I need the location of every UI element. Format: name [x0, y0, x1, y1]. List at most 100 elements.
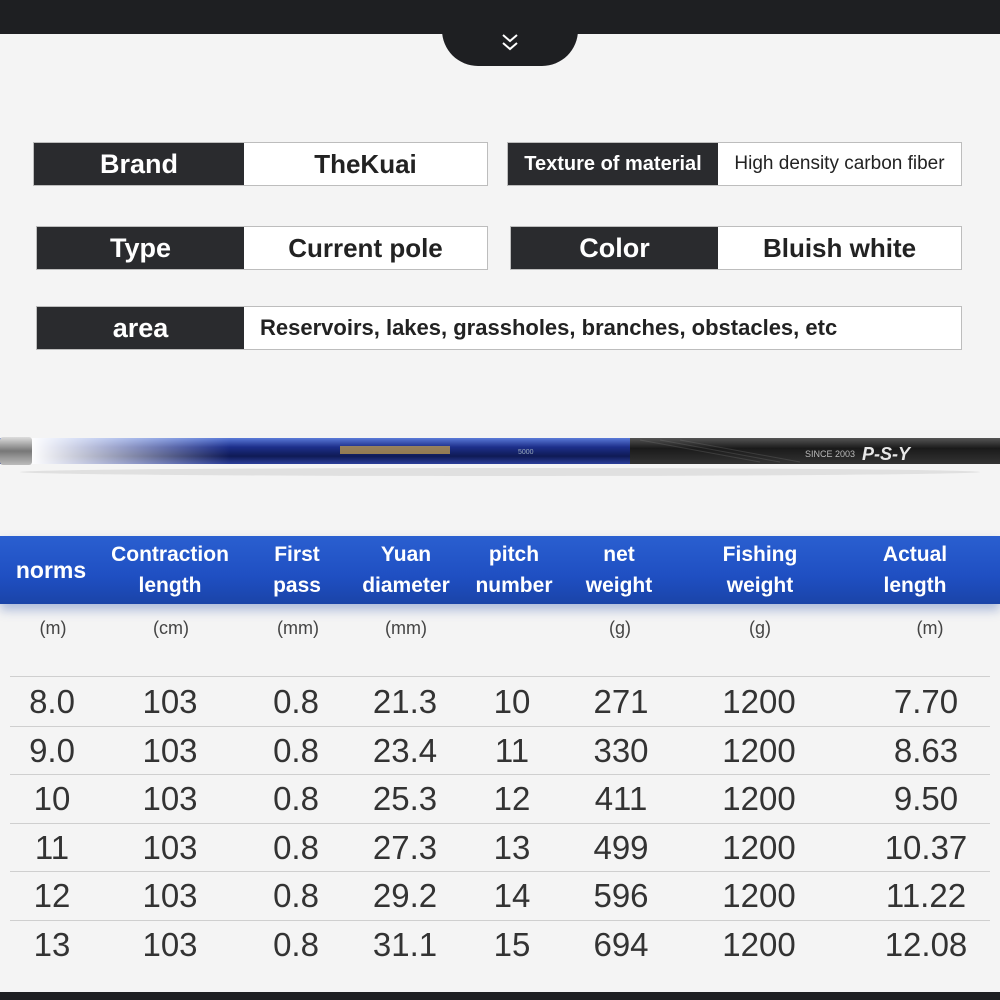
- header-text-5a: net: [603, 543, 635, 566]
- header-net-weight: net weight: [572, 536, 666, 604]
- unit-contraction-length: (cm): [153, 618, 189, 638]
- table-cell: 25.3: [372, 780, 438, 817]
- header-text-5b: weight: [585, 574, 653, 597]
- table-cell: 271: [593, 683, 649, 720]
- rod-code-text: 5000: [518, 449, 534, 456]
- spec-color-label: Color: [511, 227, 718, 269]
- header-text-6a: Fishing: [722, 543, 798, 566]
- table-cell: 15: [493, 925, 531, 963]
- header-text-7a: Actual: [882, 543, 948, 566]
- bottom-bar: [0, 992, 1000, 1000]
- table-cell: 1200: [722, 925, 796, 963]
- header-yuan-diameter: Yuan diameter: [356, 536, 456, 604]
- table-cell: 8.0: [29, 683, 75, 720]
- spec-material-label: Texture of material: [508, 143, 718, 185]
- spec-brand: Brand TheKuai: [33, 142, 488, 186]
- unit-fishing-weight: (g): [749, 618, 771, 638]
- table-cell: 12.08: [884, 925, 968, 963]
- table-cell: 8.63: [893, 731, 959, 769]
- spec-material: Texture of material High density carbon …: [507, 142, 962, 186]
- spec-type: Type Current pole: [36, 226, 488, 270]
- double-chevron-down-icon: [502, 34, 518, 51]
- header-norms-text: norms: [15, 556, 87, 583]
- header-text-7b: length: [883, 574, 947, 597]
- table-cell: 103: [142, 683, 198, 720]
- table-cell: 23.4: [372, 731, 438, 769]
- table-cell: 10: [33, 780, 71, 817]
- table-row: 9.0 103 0.8 23.4 11 330 1200 8.63: [0, 727, 1000, 775]
- table-row: 12 103 0.8 29.2 14 596 1200 11.22: [0, 872, 1000, 920]
- unit-actual-length: (m): [916, 618, 944, 638]
- table-cell: 0.8: [273, 731, 319, 769]
- fishing-rod-image: SINCE 2003 P-S-Y 5000: [0, 437, 1000, 476]
- table-cell: 11.22: [885, 877, 967, 914]
- scroll-down-tab[interactable]: [442, 20, 578, 66]
- table-cell: 411: [594, 780, 648, 817]
- table-cell: 27.3: [372, 828, 438, 866]
- table-cell: 1200: [722, 731, 796, 769]
- header-text-3b: diameter: [362, 574, 450, 597]
- header-actual-length: Actual length: [860, 536, 970, 604]
- header-text-4a: pitch: [488, 543, 540, 566]
- table-cell: 103: [142, 925, 198, 963]
- header-text-6b: weight: [726, 574, 794, 597]
- unit-norms: (m): [39, 618, 67, 638]
- table-cell: 596: [593, 877, 649, 914]
- table-cell: 14: [493, 877, 531, 914]
- table-cell: 29.2: [372, 877, 438, 914]
- table-row: 11 103 0.8 27.3 13 499 1200 10.37: [0, 824, 1000, 872]
- table-cell: 1200: [722, 828, 796, 866]
- table-cell: 1200: [722, 780, 796, 817]
- spec-material-value: High density carbon fiber: [734, 153, 945, 174]
- header-first-pass: First pass: [238, 536, 356, 604]
- rod-logo-text: P-S-Y: [862, 444, 912, 464]
- table-cell: 7.70: [893, 683, 959, 720]
- table-cell: 21.3: [372, 683, 438, 720]
- unit-first-pass: (mm): [277, 618, 319, 638]
- table-cell: 9.0: [29, 731, 75, 769]
- table-cell: 103: [142, 731, 198, 769]
- header-text-2a: First: [274, 543, 320, 566]
- table-row: 8.0 103 0.8 21.3 10 271 1200 7.70: [0, 678, 1000, 726]
- table-cell: 10: [493, 683, 531, 720]
- spec-type-label: Type: [37, 227, 244, 269]
- rod-since-text: SINCE 2003: [805, 449, 855, 459]
- header-text-4b: number: [475, 574, 553, 597]
- table-divider: [10, 676, 990, 677]
- header-text-3a: Yuan: [380, 543, 432, 566]
- table-cell: 1200: [722, 683, 796, 720]
- table-cell: 1200: [722, 877, 796, 914]
- table-cell: 13: [493, 828, 531, 866]
- table-header: norms Contraction length First pass Yuan di…: [0, 536, 1000, 604]
- header-pitch-number: pitch number: [466, 536, 562, 604]
- spec-area-label: area: [37, 307, 244, 349]
- table-cell: 0.8: [273, 780, 319, 817]
- table-cell: 103: [142, 780, 198, 817]
- header-norms: norms: [0, 536, 102, 604]
- spec-color-value: Bluish white: [762, 232, 917, 263]
- table-cell: 11: [494, 731, 530, 769]
- header-text-1a: Contraction: [111, 543, 229, 566]
- table-cell: 0.8: [273, 877, 319, 914]
- header-text-1b: length: [138, 574, 202, 597]
- spec-brand-value: TheKuai: [314, 148, 417, 179]
- spec-color: Color Bluish white: [510, 226, 962, 270]
- table-cell: 12: [493, 780, 531, 817]
- table-cell: 31.1: [372, 925, 438, 963]
- header-text-2b: pass: [273, 574, 321, 597]
- table-cell: 103: [142, 828, 198, 866]
- table-cell: 13: [33, 925, 71, 963]
- unit-net-weight: (g): [609, 618, 631, 638]
- table-cell: 103: [142, 877, 198, 914]
- table-cell: 694: [593, 925, 649, 963]
- table-cell: 9.50: [893, 780, 959, 817]
- unit-yuan-diameter: (mm): [385, 618, 427, 638]
- table-cell: 10.37: [884, 828, 968, 866]
- table-cell: 0.8: [273, 925, 319, 963]
- spec-area-value: Reservoirs, lakes, grassholes, branches,…: [260, 315, 838, 340]
- table-cell: 499: [593, 828, 649, 866]
- table-cell: 0.8: [273, 828, 319, 866]
- table-cell: 0.8: [273, 683, 319, 720]
- table-cell: 11: [34, 828, 70, 866]
- table-row: 10 103 0.8 25.3 12 411 1200 9.50: [0, 775, 1000, 823]
